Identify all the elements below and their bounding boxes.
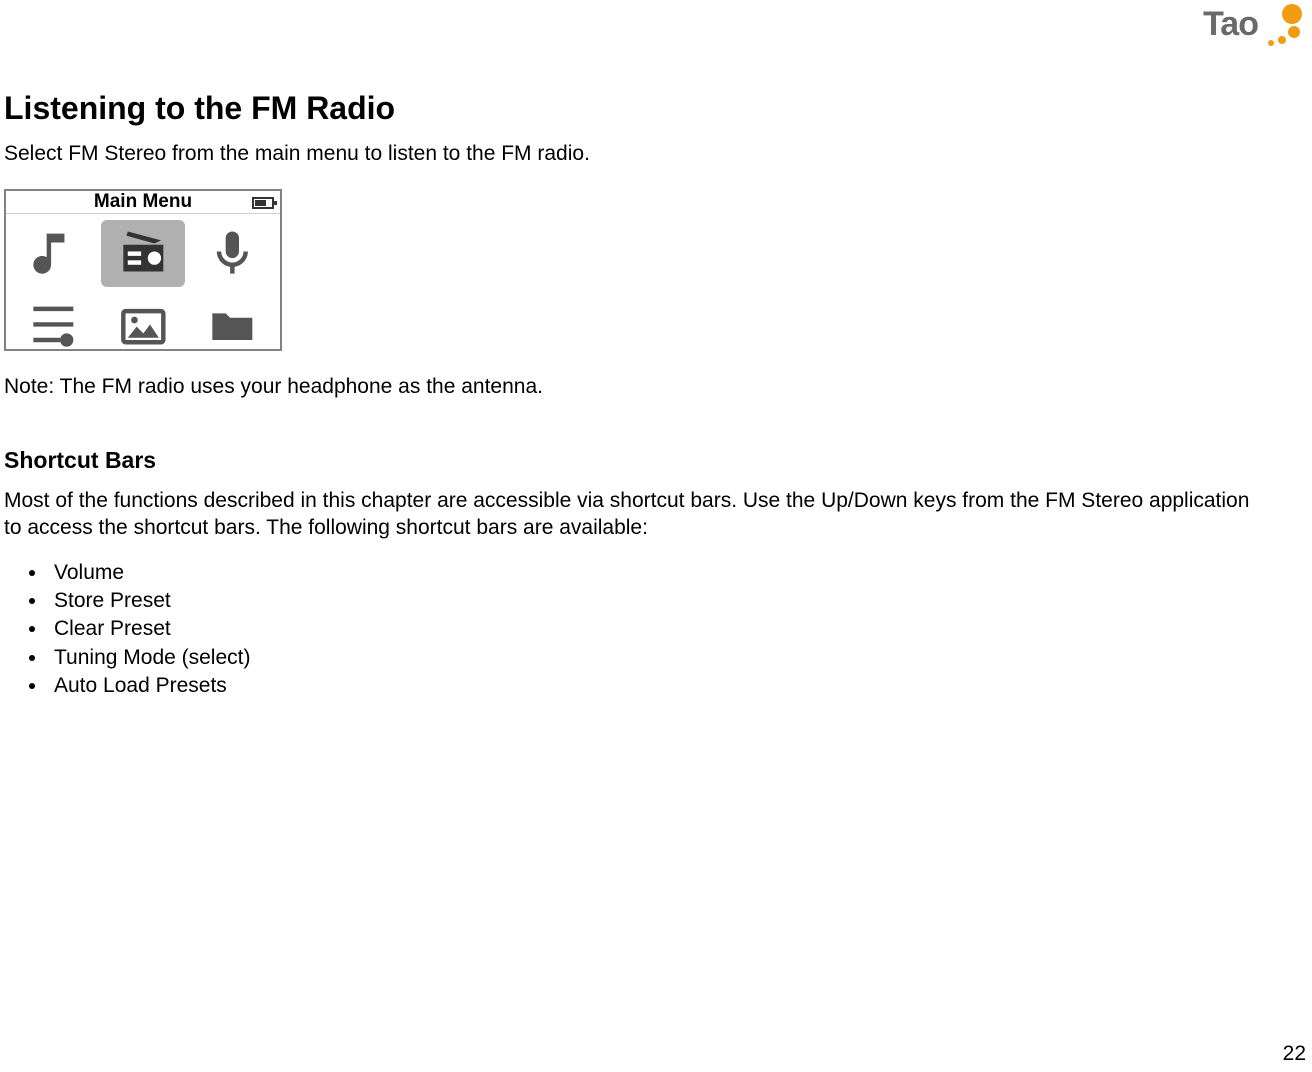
list-item: Volume <box>48 559 1272 587</box>
page-title: Listening to the FM Radio <box>4 0 1272 127</box>
device-screenshot: Main Menu <box>4 189 282 351</box>
brand-logo-text: Tao <box>1203 5 1258 44</box>
list-item: Store Preset <box>48 587 1272 615</box>
note-text: Note: The FM radio uses your headphone a… <box>4 375 1272 399</box>
device-icon-grid <box>6 214 280 365</box>
device-screenshot-title: Main Menu <box>94 191 192 213</box>
list-item: Clear Preset <box>48 615 1272 643</box>
brand-logo-dots-icon <box>1262 4 1302 44</box>
subheading-description: Most of the functions described in this … <box>4 488 1272 541</box>
mic-icon <box>191 220 274 287</box>
battery-icon <box>252 197 274 209</box>
radio-icon <box>101 220 184 287</box>
music-icon <box>12 220 95 287</box>
list-item: Tuning Mode (select) <box>48 644 1272 672</box>
photos-icon <box>101 293 184 360</box>
settings-icon <box>12 293 95 360</box>
subheading: Shortcut Bars <box>4 447 1272 474</box>
intro-text: Select FM Stereo from the main menu to l… <box>4 141 1272 167</box>
page-number: 22 <box>1283 1042 1306 1066</box>
list-item: Auto Load Presets <box>48 672 1272 700</box>
shortcut-bars-list: Volume Store Preset Clear Preset Tuning … <box>4 559 1272 701</box>
folder-icon <box>191 293 274 360</box>
brand-logo: Tao <box>1203 4 1302 44</box>
device-screenshot-header: Main Menu <box>6 191 280 214</box>
